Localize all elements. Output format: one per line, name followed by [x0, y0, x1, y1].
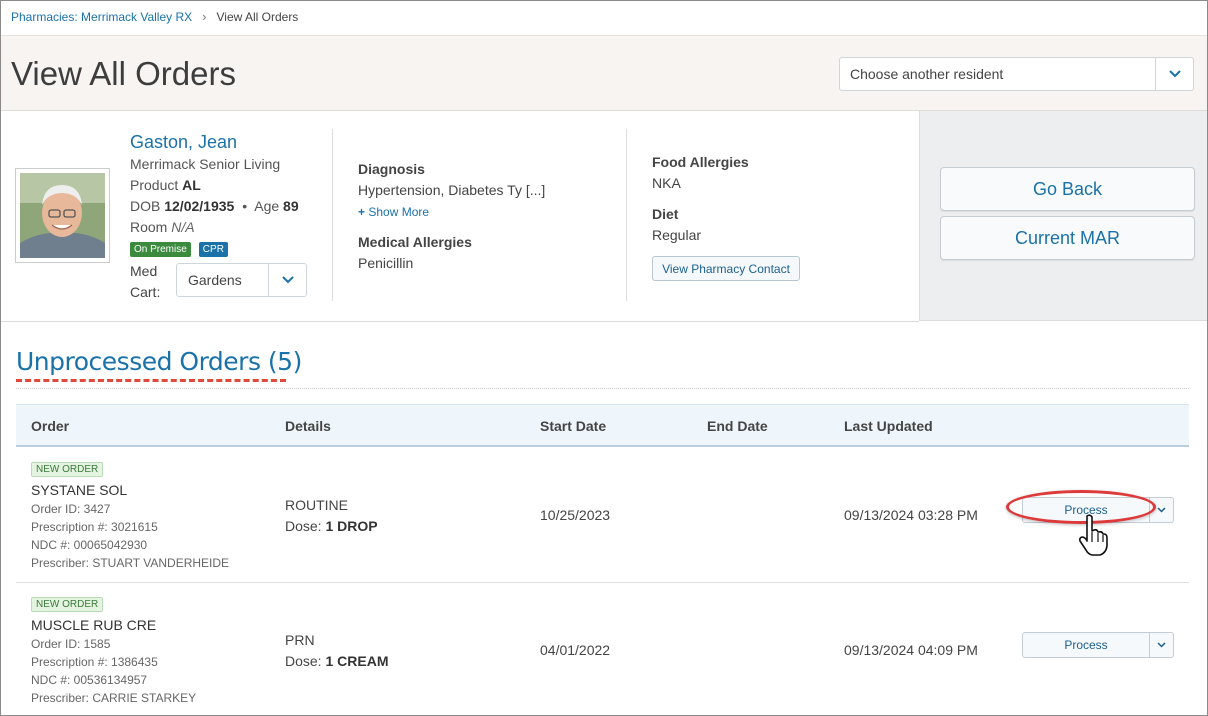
app-frame: Pharmacies: Merrimack Valley RX › View A…	[0, 0, 1208, 716]
column-header-details: Details	[285, 418, 331, 434]
breadcrumb-pharmacy-link[interactable]: Pharmacies: Merrimack Valley RX	[11, 10, 192, 24]
status-badge-on-premise: On Premise	[130, 242, 191, 257]
resident-photo	[15, 168, 110, 263]
ndc-number: NDC #: 00065042930	[31, 538, 148, 552]
breadcrumb: Pharmacies: Merrimack Valley RX › View A…	[11, 9, 298, 24]
order-frequency: ROUTINE	[285, 497, 348, 513]
show-more-link[interactable]: + Show More	[358, 205, 429, 219]
new-order-badge: NEW ORDER	[31, 597, 104, 612]
dose-label: Dose:	[285, 518, 322, 534]
column-header-end-date: End Date	[707, 418, 768, 434]
avatar	[20, 173, 105, 258]
prescription-number: Prescription #: 1386435	[31, 655, 158, 669]
resident-name-link[interactable]: Gaston, Jean	[130, 132, 237, 153]
start-date: 10/25/2023	[540, 507, 611, 523]
last-updated: 09/13/2024 04:09 PM	[844, 642, 978, 658]
plus-icon: +	[358, 205, 366, 219]
go-back-button[interactable]: Go Back	[940, 167, 1195, 211]
table-row: NEW ORDER MUSCLE RUB CRE Order ID: 1585 …	[16, 583, 1189, 715]
ndc-number: NDC #: 00536134957	[31, 673, 148, 687]
diet-value: Regular	[652, 227, 702, 243]
dose-value: 1 CREAM	[325, 653, 389, 669]
new-order-badge: NEW ORDER	[31, 462, 104, 477]
food-allergies-value: NKA	[652, 175, 681, 191]
diagnosis-label: Diagnosis	[358, 161, 425, 177]
column-header-start-date: Start Date	[540, 418, 607, 434]
orders-table-header: Order Details Start Date End Date Last U…	[16, 404, 1189, 447]
dob-label: DOB	[130, 198, 161, 214]
med-cart-select[interactable]: Gardens	[176, 263, 307, 297]
room-label: Room	[130, 219, 168, 235]
divider	[1, 321, 919, 322]
med-cart-label: Med Cart:	[130, 263, 161, 300]
column-header-order: Order	[31, 418, 70, 434]
dose-value: 1 DROP	[325, 518, 378, 534]
dose-label: Dose:	[285, 653, 322, 669]
bullet-separator: •	[242, 198, 248, 214]
status-badge-cpr: CPR	[198, 242, 228, 257]
view-pharmacy-contact-button[interactable]: View Pharmacy Contact	[652, 256, 800, 281]
drug-name: MUSCLE RUB CRE	[31, 617, 157, 633]
last-updated: 09/13/2024 03:28 PM	[844, 507, 978, 523]
resident-info: Gaston, Jean Merrimack Senior Living Pro…	[1, 111, 919, 321]
annotation-underline	[16, 379, 286, 383]
resident-dob-age: DOB 12/02/1935 • Age 89	[130, 198, 299, 214]
chevron-down-icon[interactable]	[1149, 633, 1173, 657]
resident-badges: On Premise CPR	[130, 242, 228, 257]
divider	[332, 129, 333, 301]
resident-select-placeholder: Choose another resident	[850, 66, 1004, 82]
diagnosis-value: Hypertension, Diabetes Ty [...]	[358, 182, 546, 198]
current-mar-button[interactable]: Current MAR	[940, 216, 1195, 260]
prescriber: Prescriber: STUART VANDERHEIDE	[31, 556, 230, 570]
chevron-down-icon[interactable]	[268, 264, 306, 296]
chevron-down-icon[interactable]	[1155, 58, 1193, 90]
age-value: 89	[283, 198, 299, 214]
order-frequency: PRN	[285, 632, 315, 648]
divider	[626, 129, 627, 301]
table-row: NEW ORDER SYSTANE SOL Order ID: 3427 Pre…	[16, 448, 1189, 582]
resident-facility: Merrimack Senior Living	[130, 156, 281, 172]
prescription-number: Prescription #: 3021615	[31, 520, 158, 534]
order-id: Order ID: 1585	[31, 637, 111, 651]
med-cart-value: Gardens	[188, 272, 242, 288]
prescriber: Prescriber: CARRIE STARKEY	[31, 691, 197, 705]
order-dose: Dose: 1 CREAM	[285, 653, 388, 669]
action-panel: Go Back Current MAR	[919, 111, 1207, 321]
process-button[interactable]: Process	[1023, 633, 1149, 657]
resident-room: Room N/A	[130, 219, 195, 235]
show-more-label: Show More	[368, 205, 430, 219]
medical-allergies-value: Penicillin	[358, 255, 414, 271]
food-allergies-label: Food Allergies	[652, 154, 749, 170]
product-label: Product	[130, 177, 179, 193]
drug-name: SYSTANE SOL	[31, 482, 128, 498]
column-header-last-updated: Last Updated	[844, 418, 933, 434]
start-date: 04/01/2022	[540, 642, 611, 658]
chevron-right-icon: ›	[202, 9, 207, 24]
product-value: AL	[182, 177, 201, 193]
resident-select[interactable]: Choose another resident	[839, 57, 1194, 91]
age-label: Age	[254, 198, 280, 214]
hand-pointer-icon	[1078, 514, 1108, 556]
dob-value: 12/02/1935	[164, 198, 235, 214]
medical-allergies-label: Medical Allergies	[358, 234, 472, 250]
diet-label: Diet	[652, 206, 679, 222]
resident-product: Product AL	[130, 177, 201, 193]
chevron-down-icon[interactable]	[1149, 498, 1173, 522]
section-title: Unprocessed Orders (5)	[16, 347, 302, 376]
room-value: N/A	[171, 219, 195, 235]
divider	[16, 388, 1189, 389]
breadcrumb-current: View All Orders	[216, 9, 299, 24]
page-header: View All Orders Choose another resident	[1, 35, 1207, 111]
process-split-button: Process	[1022, 632, 1174, 658]
page-title: View All Orders	[11, 55, 236, 92]
order-id: Order ID: 3427	[31, 502, 111, 516]
order-dose: Dose: 1 DROP	[285, 518, 378, 534]
